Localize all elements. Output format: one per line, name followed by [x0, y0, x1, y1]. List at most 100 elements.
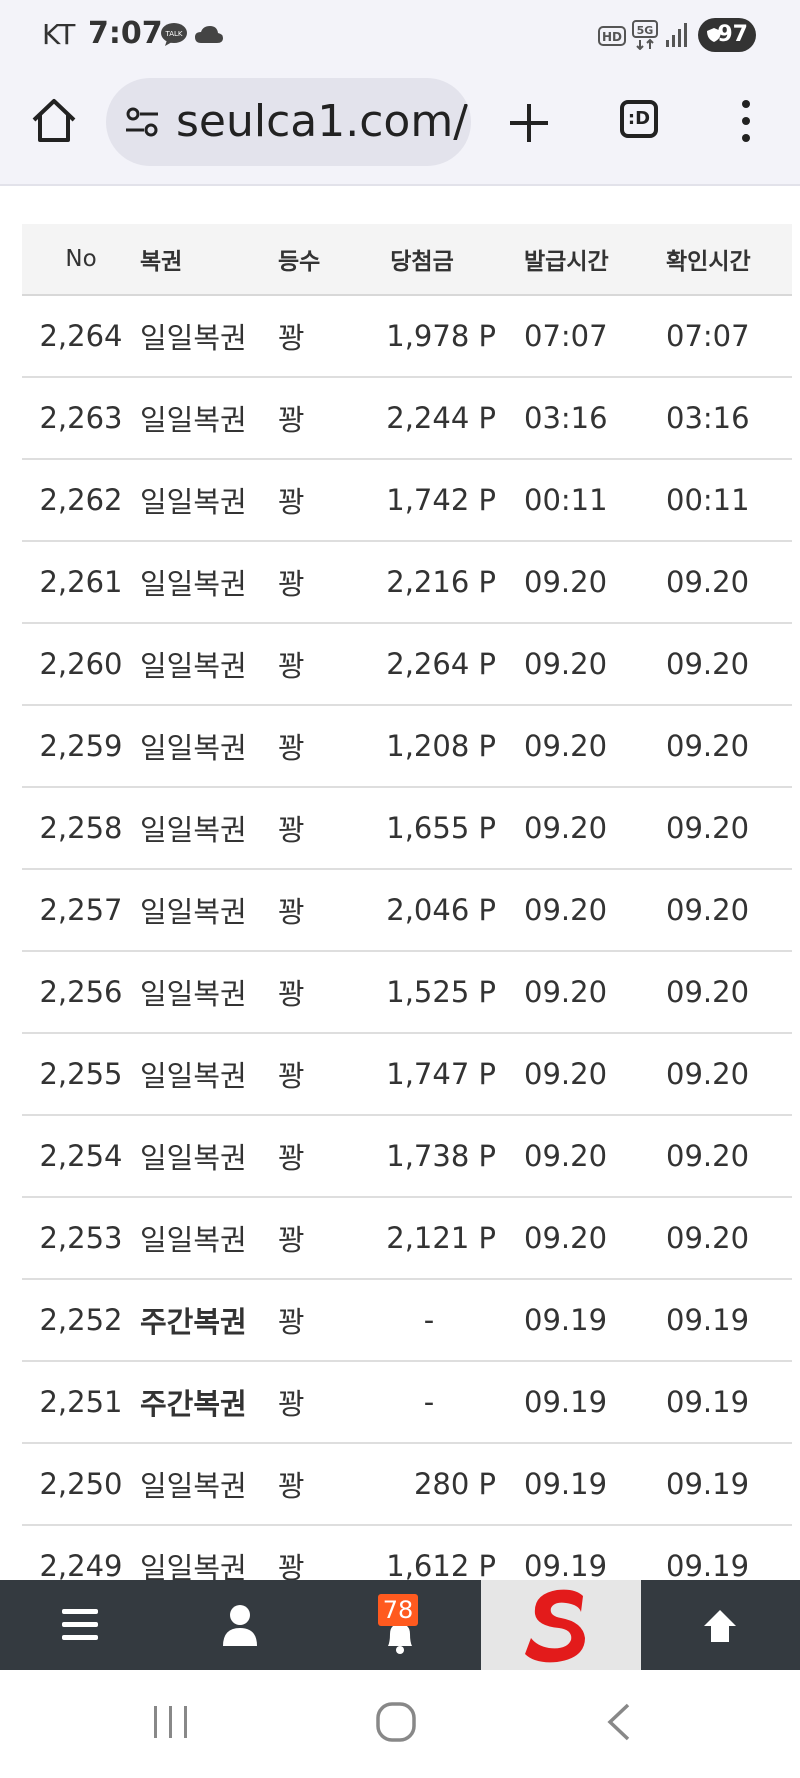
- cell-rank: 꽝: [278, 295, 348, 378]
- table-header-row: No 복권 등수 당첨금 발급시간 확인시간: [22, 224, 792, 296]
- cell-issued: 09.20: [510, 1115, 650, 1198]
- cell-prize: 1,738 P: [348, 1115, 510, 1198]
- cell-checked: 09.20: [650, 623, 792, 706]
- cell-lottery: 일일복권: [140, 1033, 278, 1116]
- cloud-icon: [195, 26, 223, 43]
- cell-issued: 00:11: [510, 459, 650, 542]
- header-rank: 등수: [278, 224, 348, 296]
- cell-rank: 꽝: [278, 623, 348, 706]
- cell-issued: 09.20: [510, 869, 650, 952]
- home-icon[interactable]: [30, 96, 78, 144]
- table-row: 2,255 일일복권 꽝 1,747 P 09.20 09.20: [22, 1033, 792, 1116]
- back-icon[interactable]: [604, 1702, 634, 1742]
- cell-lottery: 일일복권: [140, 623, 278, 706]
- cell-checked: 09.19: [650, 1443, 792, 1526]
- table-row: 2,252 주간복권 꽝 -09.19 09.19: [22, 1279, 792, 1362]
- cell-no: 2,251: [22, 1361, 140, 1444]
- cell-issued: 09.20: [510, 1197, 650, 1280]
- cell-issued: 09.20: [510, 541, 650, 624]
- address-bar[interactable]: seulca1.com/p: [106, 78, 471, 166]
- cell-no: 2,253: [22, 1197, 140, 1280]
- header-issued: 발급시간: [510, 224, 650, 296]
- home-nav-icon[interactable]: [374, 1700, 418, 1744]
- tab-switcher-button[interactable]: :D: [620, 100, 658, 138]
- cell-checked: 09.20: [650, 1197, 792, 1280]
- table-row: 2,264 일일복권 꽝 1,978 P 07:07 07:07: [22, 295, 792, 378]
- cell-no: 2,257: [22, 869, 140, 952]
- cell-checked: 09.20: [650, 705, 792, 788]
- cell-rank: 꽝: [278, 1115, 348, 1198]
- cell-checked: 09.20: [650, 787, 792, 870]
- site-logo[interactable]: [481, 1580, 641, 1670]
- cell-lottery: 일일복권: [140, 951, 278, 1034]
- table-row: 2,254 일일복권 꽝 1,738 P 09.20 09.20: [22, 1115, 792, 1198]
- cell-prize: 2,046 P: [348, 869, 510, 952]
- cell-checked: 09.19: [650, 1279, 792, 1362]
- cell-prize: 1,978 P: [348, 295, 510, 378]
- cell-lottery: 일일복권: [140, 295, 278, 378]
- svg-text:HD: HD: [602, 30, 622, 44]
- cell-issued: 09.20: [510, 951, 650, 1034]
- arrow-up-icon: [704, 1610, 736, 1642]
- cell-prize: 1,747 P: [348, 1033, 510, 1116]
- cell-lottery: 일일복권: [140, 459, 278, 542]
- cell-prize: 1,742 P: [348, 459, 510, 542]
- cell-no: 2,256: [22, 951, 140, 1034]
- cell-issued: 09.20: [510, 705, 650, 788]
- cell-rank: 꽝: [278, 1197, 348, 1280]
- cell-no: 2,258: [22, 787, 140, 870]
- cell-checked: 03:16: [650, 377, 792, 460]
- browser-toolbar: seulca1.com/p :D: [0, 72, 800, 186]
- table-row: 2,262 일일복권 꽝 1,742 P 00:11 00:11: [22, 459, 792, 542]
- nav-notifications-button[interactable]: 78: [360, 1580, 440, 1670]
- nav-user-button[interactable]: [200, 1580, 280, 1670]
- more-vert-icon[interactable]: [736, 96, 756, 146]
- table-row: 2,250 일일복권 꽝 280 P 09.19 09.19: [22, 1443, 792, 1526]
- table-row: 2,260 일일복권 꽝 2,264 P 09.20 09.20: [22, 623, 792, 706]
- status-clock: 7:07: [88, 16, 163, 51]
- svg-text:TALK: TALK: [164, 30, 182, 38]
- table-row: 2,253 일일복권 꽝 2,121 P 09.20 09.20: [22, 1197, 792, 1280]
- nav-menu-button[interactable]: [40, 1580, 120, 1670]
- cell-no: 2,259: [22, 705, 140, 788]
- table-row: 2,258 일일복권 꽝 1,655 P 09.20 09.20: [22, 787, 792, 870]
- cell-checked: 09.20: [650, 1115, 792, 1198]
- cell-rank: 꽝: [278, 459, 348, 542]
- user-icon: [223, 1605, 257, 1646]
- cell-lottery: 주간복권: [140, 1361, 278, 1444]
- s-logo-icon: [525, 1589, 585, 1663]
- url-text[interactable]: seulca1.com/p: [176, 96, 471, 147]
- cell-issued: 09.20: [510, 623, 650, 706]
- cell-checked: 07:07: [650, 295, 792, 378]
- site-settings-icon[interactable]: [124, 106, 160, 138]
- cell-lottery: 일일복권: [140, 1443, 278, 1526]
- recent-apps-icon[interactable]: [150, 1702, 192, 1742]
- cell-lottery: 일일복권: [140, 869, 278, 952]
- cell-prize: -: [348, 1361, 510, 1444]
- cell-issued: 09.19: [510, 1361, 650, 1444]
- cell-lottery: 주간복권: [140, 1279, 278, 1362]
- carrier-label: KT: [42, 18, 76, 51]
- cell-rank: 꽝: [278, 1443, 348, 1526]
- cell-issued: 09.20: [510, 787, 650, 870]
- cell-rank: 꽝: [278, 377, 348, 460]
- cell-lottery: 일일복권: [140, 705, 278, 788]
- hd-voice-icon: HD: [598, 26, 626, 46]
- table-row: 2,263 일일복권 꽝 2,244 P 03:16 03:16: [22, 377, 792, 460]
- cell-no: 2,262: [22, 459, 140, 542]
- header-no: No: [22, 224, 140, 296]
- cell-lottery: 일일복권: [140, 787, 278, 870]
- cell-issued: 09.19: [510, 1443, 650, 1526]
- cell-rank: 꽝: [278, 787, 348, 870]
- cell-prize: 2,244 P: [348, 377, 510, 460]
- cell-issued: 09.20: [510, 1033, 650, 1116]
- system-navigation-bar: [0, 1670, 800, 1778]
- plus-icon[interactable]: [504, 98, 554, 148]
- cell-no: 2,250: [22, 1443, 140, 1526]
- cell-checked: 09.20: [650, 1033, 792, 1116]
- cell-rank: 꽝: [278, 705, 348, 788]
- svg-text:5G: 5G: [637, 24, 654, 37]
- table-row: 2,256 일일복권 꽝 1,525 P 09.20 09.20: [22, 951, 792, 1034]
- cell-no: 2,263: [22, 377, 140, 460]
- scroll-top-button[interactable]: [680, 1580, 760, 1670]
